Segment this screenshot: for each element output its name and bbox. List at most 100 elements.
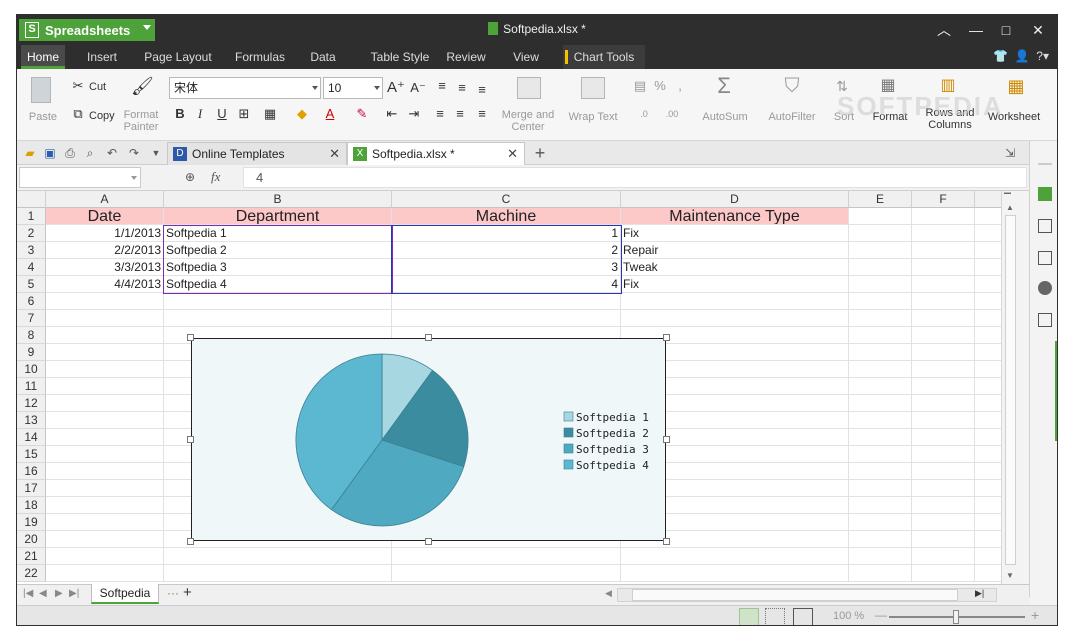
close-button[interactable]: ✕ [1027,20,1049,40]
resize-handle[interactable] [663,538,670,545]
zoom-search-icon[interactable]: ⊕ [185,170,195,184]
vertical-scroll-thumb[interactable] [1005,215,1016,565]
shapes-icon[interactable] [1038,281,1052,295]
grid-cell[interactable] [912,446,975,463]
user-icon[interactable]: 👤 [1015,49,1030,63]
grid-cell[interactable] [849,531,912,548]
grid-cell[interactable] [46,344,164,361]
style-icon[interactable] [1038,219,1052,233]
grid-cell[interactable] [392,293,621,310]
align-right-icon[interactable]: ≡ [473,105,491,123]
cut-button[interactable]: Cut [89,81,119,93]
tab-table-style[interactable]: Table Style [357,45,443,69]
row-header[interactable]: 18 [17,497,46,514]
grid-cell[interactable] [912,412,975,429]
table-cell[interactable]: Fix [621,276,849,293]
grid-cell[interactable] [975,395,1001,412]
table-cell[interactable]: 1/1/2013 [46,225,164,242]
row-header[interactable]: 14 [17,429,46,446]
grid-cell[interactable] [912,378,975,395]
column-header-g[interactable] [975,191,1001,208]
first-sheet-icon[interactable]: |◀ [23,588,33,599]
grid-cell[interactable] [912,310,975,327]
grid-cell[interactable] [849,565,912,582]
row-header[interactable]: 22 [17,565,46,582]
row-header[interactable]: 7 [17,310,46,327]
grid-cell[interactable] [912,344,975,361]
merge-center-button[interactable]: Merge and Center [497,109,559,133]
clear-format-icon[interactable]: ✎ [353,105,371,123]
table-cell[interactable]: Softpedia 3 [164,259,392,276]
save-icon[interactable]: ▣ [41,144,59,162]
spreadsheet-grid[interactable]: A B C D E F 1 2 3 4 5 6 7 8 9 10 11 12 13 14 15 16 17 18 1… [17,191,1001,584]
grid-cell[interactable] [849,293,912,310]
column-header-a[interactable]: A [46,191,164,208]
grid-cell[interactable] [975,327,1001,344]
grid-cell[interactable] [975,208,1001,225]
grid-cell[interactable] [392,565,621,582]
grid-cell[interactable] [392,310,621,327]
table-cell[interactable]: Fix [621,225,849,242]
decrease-indent-icon[interactable]: ⇤ [383,105,401,123]
grid-cell[interactable] [975,429,1001,446]
help-icon[interactable]: ?▾ [1036,49,1049,63]
grid-cell[interactable] [849,242,912,259]
underline-button[interactable]: U [213,105,231,123]
more-sheets-icon[interactable]: ··· [167,586,179,600]
horizontal-scroll-thumb[interactable] [632,589,958,601]
name-box[interactable] [19,167,141,188]
resize-handle[interactable] [187,334,194,341]
grid-cell[interactable] [621,310,849,327]
grid-cell[interactable] [912,259,975,276]
table-cell[interactable]: 3/3/2013 [46,259,164,276]
table-cell[interactable]: 4 [392,276,621,293]
new-document-icon[interactable] [1038,187,1052,201]
grid-cell[interactable] [912,327,975,344]
open-folder-icon[interactable]: ▰ [21,144,39,162]
undo-icon[interactable]: ↶ [103,144,121,162]
grid-cell[interactable] [912,480,975,497]
zoom-slider-thumb[interactable] [953,610,959,624]
grid-cell[interactable] [912,429,975,446]
row-header[interactable]: 3 [17,242,46,259]
grid-cell[interactable] [46,378,164,395]
grid-cell[interactable] [975,276,1001,293]
font-color-icon[interactable]: A [321,105,339,123]
tab-data[interactable]: Data [303,45,343,69]
cell-d1[interactable]: Maintenance Type [621,208,849,225]
add-sheet-button[interactable]: + [183,584,192,601]
grid-cell[interactable] [912,548,975,565]
pane-toggle-handle[interactable] [1055,341,1057,441]
table-cell[interactable]: Tweak [621,259,849,276]
row-header[interactable]: 13 [17,412,46,429]
grid-cell[interactable] [46,531,164,548]
grid-cell[interactable] [849,310,912,327]
grid-cell[interactable] [164,548,392,565]
grid-cell[interactable] [621,565,849,582]
increase-indent-icon[interactable]: ⇥ [405,105,423,123]
fx-button[interactable]: fx [211,169,220,185]
grid-cell[interactable] [849,276,912,293]
grid-cell[interactable] [849,497,912,514]
grid-cell[interactable] [975,378,1001,395]
grid-cell[interactable] [46,412,164,429]
tab-view[interactable]: View [505,45,547,69]
grid-cell[interactable] [912,531,975,548]
grid-cell[interactable] [849,514,912,531]
grid-cell[interactable] [849,463,912,480]
grid-cell[interactable] [46,293,164,310]
tab-formulas[interactable]: Formulas [227,45,293,69]
font-size-select[interactable]: 10 [323,77,383,99]
comma-button[interactable]: , [671,77,689,95]
column-header-b[interactable]: B [164,191,392,208]
row-header[interactable]: 10 [17,361,46,378]
grid-cell[interactable] [975,446,1001,463]
resize-handle[interactable] [425,334,432,341]
grid-cell[interactable] [621,548,849,565]
grid-cell[interactable] [46,480,164,497]
tab-chart-tools[interactable]: Chart Tools [563,45,645,69]
resize-handle[interactable] [425,538,432,545]
grid-cell[interactable] [46,395,164,412]
align-bottom-icon[interactable]: ≡ [473,81,491,99]
bold-button[interactable]: B [171,105,189,123]
